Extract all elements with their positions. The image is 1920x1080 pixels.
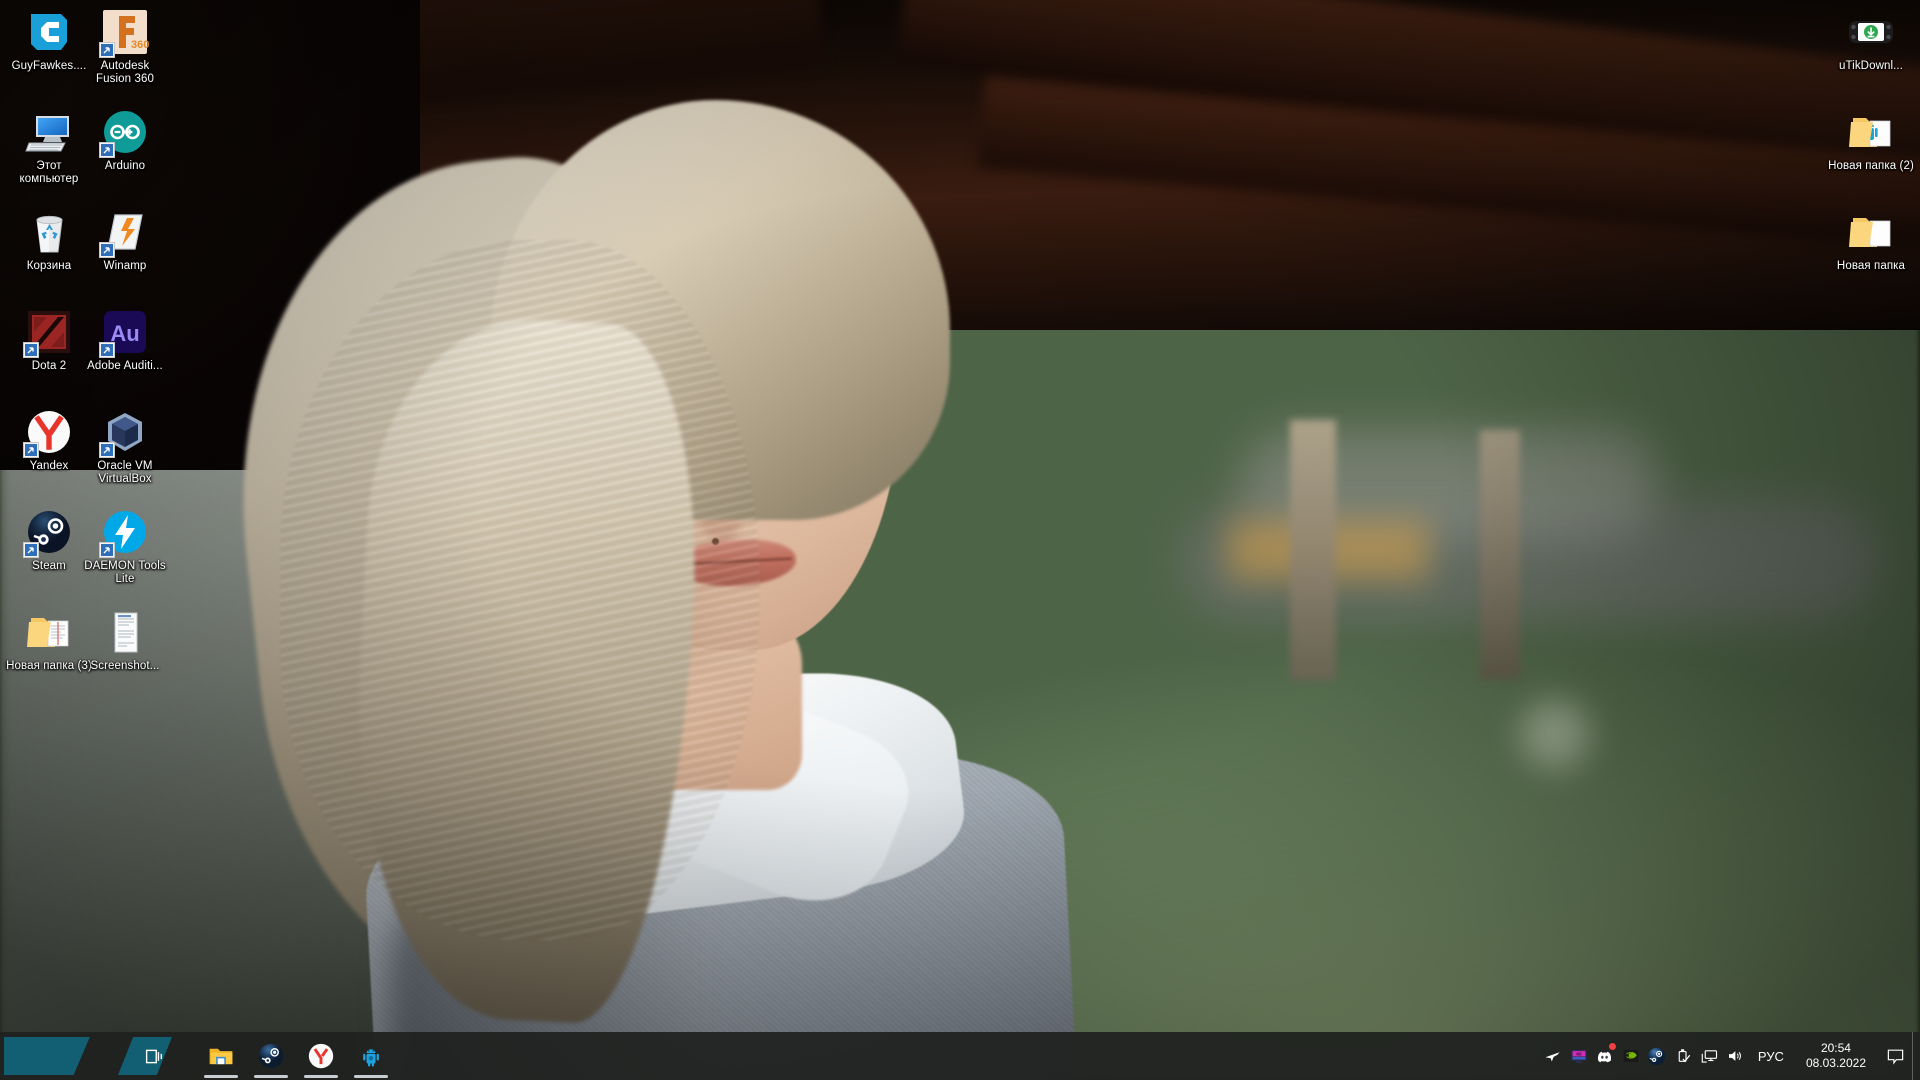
network-icon[interactable] [1696, 1032, 1722, 1080]
yandex-browser-icon [23, 408, 73, 458]
yandex-taskbar-icon [308, 1043, 334, 1069]
recycle-bin-icon [25, 208, 73, 256]
desktop-icon-winamp[interactable]: Winamp [82, 208, 168, 273]
fps-monitor-icon[interactable]: 60 [1566, 1032, 1592, 1080]
plane-icon[interactable] [1540, 1032, 1566, 1080]
taskbar-app-steam[interactable] [246, 1032, 296, 1080]
shortcut-arrow-icon [99, 542, 115, 558]
desktop-icon-yandex[interactable]: Yandex [6, 408, 92, 473]
desktop-icon-daemon-tools[interactable]: DAEMON Tools Lite [82, 508, 168, 586]
taskbar-app-bluestacks[interactable] [346, 1032, 396, 1080]
start-button-highlight [4, 1037, 90, 1075]
adobe-audition-app-icon: Au [99, 308, 149, 358]
discord-notification-dot [1608, 1043, 1616, 1050]
desktop-icon-label: Adobe Auditi... [87, 360, 163, 372]
shortcut-arrow-icon [23, 342, 39, 358]
desktop-icon-folder-1[interactable]: Новая папка [1828, 208, 1914, 273]
show-desktop-button[interactable] [1912, 1032, 1920, 1080]
utik-downloader-app-icon [1847, 8, 1895, 56]
clock-time: 20:54 [1820, 1041, 1851, 1055]
speaker-icon[interactable] [1722, 1032, 1748, 1080]
desktop-icon-adobe-audition[interactable]: Au Adobe Auditi... [82, 308, 168, 373]
desktop-icon-label: Screenshot... [90, 660, 160, 672]
nvidia-icon[interactable] [1618, 1032, 1644, 1080]
desktop-icon-label: Winamp [103, 260, 147, 272]
task-view-button[interactable] [130, 1032, 178, 1080]
usb-eject-icon[interactable] [1670, 1032, 1696, 1080]
desktop-wallpaper [0, 0, 1920, 1080]
desktop-icon-label: Autodesk Fusion 360 [96, 60, 154, 85]
shortcut-arrow-icon [99, 42, 115, 58]
taskbar-clock[interactable]: 20:54 08.03.2022 [1794, 1032, 1878, 1080]
svg-text:360: 360 [131, 39, 149, 51]
running-indicator [254, 1075, 288, 1078]
shortcut-arrow-icon [23, 542, 39, 558]
arduino-app-icon [99, 108, 149, 158]
notification-icon [1887, 1049, 1903, 1065]
daemon-tools-app-icon [99, 508, 149, 558]
task-view-icon [145, 1049, 162, 1063]
desktop-icon-label: Yandex [29, 460, 69, 472]
taskbar-app-yandex[interactable] [296, 1032, 346, 1080]
desktop-icon-utik-downloader[interactable]: uTikDownl... [1828, 8, 1914, 73]
fusion360-app-icon: 360 [99, 8, 149, 58]
desktop-icon-label: Этот компьютер [19, 160, 79, 185]
desktop-icon-label: Steam [32, 560, 66, 572]
shortcut-arrow-icon [99, 142, 115, 158]
desktop-icon-label: Dota 2 [31, 360, 67, 372]
shortcut-arrow-icon [99, 442, 115, 458]
desktop-icon-label: Корзина [26, 260, 72, 272]
desktop-icon-label: DAEMON Tools Lite [84, 560, 166, 585]
virtualbox-app-icon [99, 408, 149, 458]
desktop-icon-screenshot[interactable]: Screenshot... [82, 608, 168, 673]
desktop-root[interactable]: GuyFawkes.... 360 Autodesk Fusion 360 Эт… [0, 0, 1920, 1080]
desktop-icon-label: Arduino [104, 160, 146, 172]
taskbar-app-file-explorer[interactable] [196, 1032, 246, 1080]
system-tray[interactable]: 60 РУС 20:54 08.03.2022 [1540, 1032, 1920, 1080]
desktop-icon-arduino[interactable]: Arduino [82, 108, 168, 173]
desktop-icon-fusion360[interactable]: 360 Autodesk Fusion 360 [82, 8, 168, 86]
shortcut-arrow-icon [99, 342, 115, 358]
desktop-icon-folder-3[interactable]: Новая папка (3) [6, 608, 92, 673]
shortcut-arrow-icon [23, 442, 39, 458]
desktop-icon-label: Новая папка (3) [6, 660, 92, 672]
language-indicator[interactable]: РУС [1748, 1032, 1794, 1080]
android-bluestacks-icon [363, 1049, 379, 1067]
folder-android-icon [1847, 108, 1895, 156]
document-file-icon [101, 608, 149, 656]
running-indicator [204, 1075, 238, 1078]
folder-icon [25, 608, 73, 656]
shortcut-arrow-icon [99, 242, 115, 258]
desktop-icon-recycle-bin[interactable]: Корзина [6, 208, 92, 273]
desktop-icon-label: Oracle VM VirtualBox [97, 460, 153, 485]
wallpaper-vignette [0, 0, 1920, 1080]
desktop-icon-label: uTikDownl... [1838, 60, 1904, 72]
this-pc-icon [25, 108, 73, 156]
folder-icon [1847, 208, 1895, 256]
svg-text:60: 60 [1576, 1052, 1582, 1057]
desktop-icon-dota2[interactable]: Dota 2 [6, 308, 92, 373]
discord-icon[interactable] [1592, 1032, 1618, 1080]
desktop-icon-guyfawkes[interactable]: GuyFawkes.... [6, 8, 92, 73]
steam-taskbar-icon [258, 1043, 284, 1069]
cura-app-icon [25, 8, 73, 56]
desktop-icon-virtualbox[interactable]: Oracle VM VirtualBox [82, 408, 168, 486]
running-indicator [354, 1075, 388, 1078]
running-indicator [304, 1075, 338, 1078]
desktop-icon-this-pc[interactable]: Этот компьютер [6, 108, 92, 186]
desktop-icon-steam[interactable]: Steam [6, 508, 92, 573]
taskbar[interactable]: 60 РУС 20:54 08.03.2022 [0, 1032, 1920, 1080]
start-button[interactable] [0, 1032, 172, 1080]
clock-date: 08.03.2022 [1805, 1056, 1866, 1070]
steam-tray-icon[interactable] [1644, 1032, 1670, 1080]
desktop-icon-label: GuyFawkes.... [11, 60, 87, 72]
desktop-icon-folder-2[interactable]: Новая папка (2) [1828, 108, 1914, 173]
winamp-app-icon [99, 208, 149, 258]
dota2-app-icon [23, 308, 73, 358]
steam-app-icon [23, 508, 73, 558]
action-center-button[interactable] [1878, 1032, 1912, 1080]
file-explorer-icon [209, 1048, 233, 1065]
desktop-icon-label: Новая папка [1836, 260, 1906, 272]
desktop-icon-label: Новая папка (2) [1828, 160, 1914, 172]
